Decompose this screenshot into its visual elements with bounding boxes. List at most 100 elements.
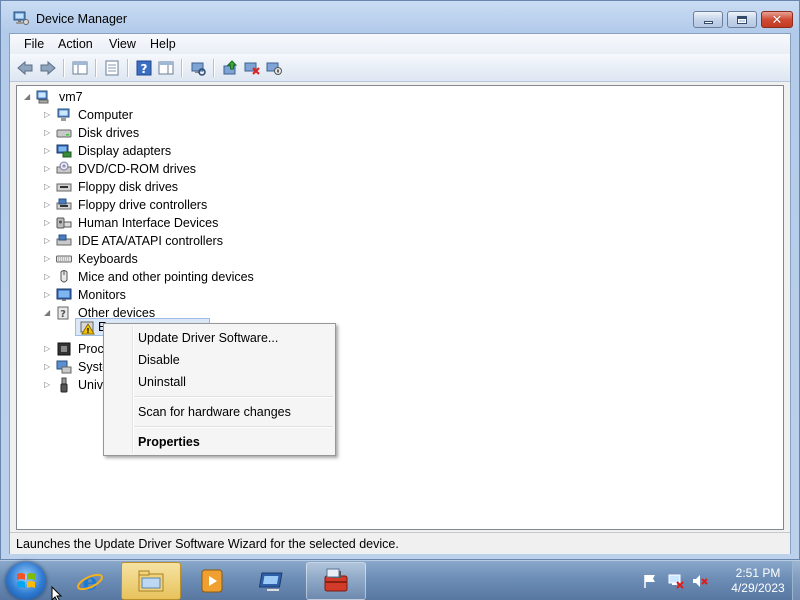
tree-node-label: Mice and other pointing devices: [78, 270, 254, 284]
uninstall-button[interactable]: [242, 58, 262, 78]
properties-button[interactable]: [102, 58, 122, 78]
clock-time: 2:51 PM: [735, 566, 781, 580]
start-button[interactable]: [6, 562, 46, 600]
tree-node-human-interface-devices[interactable]: ▷ Human Interface Devices: [17, 214, 783, 232]
device-tree[interactable]: ◢ vm7 ▷ Computer ▷ Disk drives ▷ Display…: [16, 85, 784, 530]
tree-node-label: Disk drives: [78, 126, 140, 140]
tree-root[interactable]: ◢ vm7: [17, 88, 783, 106]
toolbar-separator: [213, 59, 214, 77]
expand-arrow-icon[interactable]: ▷: [44, 345, 52, 353]
show-hide-console-tree-icon: [72, 61, 88, 75]
svg-text:!: !: [86, 327, 89, 335]
taskbar-windows-explorer[interactable]: [121, 562, 181, 600]
status-text: Launches the Update Driver Software Wiza…: [16, 537, 399, 551]
expand-arrow-icon[interactable]: ▷: [44, 219, 52, 227]
expand-arrow-icon[interactable]: ▷: [44, 147, 52, 155]
show-hide-console-tree-button[interactable]: [70, 58, 90, 78]
collapse-arrow-icon[interactable]: ◢: [44, 309, 52, 317]
close-button[interactable]: ✕: [761, 11, 793, 28]
other-devices-icon: ?: [57, 306, 69, 320]
svg-text:?: ?: [141, 62, 148, 76]
expand-arrow-icon[interactable]: ▷: [44, 273, 52, 281]
network-icon[interactable]: [668, 573, 684, 589]
expand-arrow-icon[interactable]: ▷: [44, 183, 52, 191]
expand-arrow-icon[interactable]: ▷: [44, 237, 52, 245]
internet-explorer-icon: e: [77, 567, 103, 595]
menu-disable[interactable]: Disable: [138, 353, 180, 367]
show-hide-action-pane-button[interactable]: [156, 58, 176, 78]
tree-node-keyboards[interactable]: ▷ Keyboards: [17, 250, 783, 268]
display-adapter-icon: [56, 144, 72, 158]
device-manager-toolbox-icon: [324, 568, 348, 592]
menu-scan-for-hardware-changes[interactable]: Scan for hardware changes: [138, 405, 291, 419]
tree-node-monitors[interactable]: ▷ Monitors: [17, 286, 783, 304]
taskbar: e 2:51 PM 4/29/2023: [0, 560, 800, 600]
expand-arrow-icon[interactable]: ▷: [44, 129, 52, 137]
tree-root-label: vm7: [59, 90, 83, 104]
show-desktop-button[interactable]: [792, 561, 800, 600]
context-menu: Update Driver Software... Disable Uninst…: [103, 323, 336, 456]
menu-properties[interactable]: Properties: [138, 435, 200, 449]
back-button[interactable]: [15, 58, 35, 78]
disable-button[interactable]: [264, 58, 284, 78]
window-title: Device Manager: [36, 12, 128, 26]
disable-icon: [266, 62, 282, 75]
collapse-arrow-icon[interactable]: ◢: [24, 93, 32, 101]
client-area: File Action View Help ? ◢ vm7 ▷ Computer…: [9, 33, 791, 554]
expand-arrow-icon[interactable]: ▷: [44, 381, 52, 389]
minimize-button[interactable]: [693, 11, 723, 28]
forward-button[interactable]: [38, 58, 58, 78]
volume-muted-icon[interactable]: [692, 573, 708, 589]
expand-arrow-icon[interactable]: ▷: [44, 291, 52, 299]
taskbar-device-manager[interactable]: [306, 562, 366, 600]
toolbar-separator: [63, 59, 64, 77]
tree-node-label: IDE ATA/ATAPI controllers: [78, 234, 223, 248]
menu-action[interactable]: Action: [54, 36, 97, 52]
tree-node-disk-drives[interactable]: ▷ Disk drives: [17, 124, 783, 142]
taskbar-internet-explorer[interactable]: e: [60, 562, 120, 600]
expand-arrow-icon[interactable]: ▷: [44, 255, 52, 263]
tree-node-label: Monitors: [78, 288, 126, 302]
menu-view[interactable]: View: [105, 36, 140, 52]
clock[interactable]: 2:51 PM 4/29/2023: [722, 566, 794, 596]
update-driver-icon: [223, 60, 238, 75]
tree-node-label: Floppy disk drives: [78, 180, 179, 194]
tree-node-display-adapters[interactable]: ▷ Display adapters: [17, 142, 783, 160]
back-icon: [17, 60, 33, 76]
expand-arrow-icon[interactable]: ▷: [44, 111, 52, 119]
menu-uninstall[interactable]: Uninstall: [138, 375, 186, 389]
title-bar[interactable]: Device Manager ✕: [1, 1, 799, 33]
scan-hardware-button[interactable]: [188, 58, 208, 78]
toolbar-separator: [95, 59, 96, 77]
tree-node-ide-controllers[interactable]: ▷ IDE ATA/ATAPI controllers: [17, 232, 783, 250]
maximize-button[interactable]: [727, 11, 757, 28]
menu-update-driver-software[interactable]: Update Driver Software...: [138, 331, 278, 345]
context-menu-separator: [134, 426, 333, 427]
tree-node-label: Display adapters: [78, 144, 172, 158]
tree-node-mice[interactable]: ▷ Mice and other pointing devices: [17, 268, 783, 286]
tree-node-computer[interactable]: ▷ Computer: [17, 106, 783, 124]
taskbar-remote-desktop[interactable]: [243, 562, 303, 600]
help-icon: ?: [136, 60, 152, 76]
uninstall-icon: [244, 62, 260, 75]
expand-arrow-icon[interactable]: ▷: [44, 363, 52, 371]
action-center-flag-icon[interactable]: [642, 573, 658, 589]
ide-controller-icon: [56, 234, 72, 246]
menu-help[interactable]: Help: [146, 36, 180, 52]
tree-node-dvd-drives[interactable]: ▷ DVD/CD-ROM drives: [17, 160, 783, 178]
expand-arrow-icon[interactable]: ▷: [44, 165, 52, 173]
maximize-icon: [737, 15, 747, 24]
update-driver-button[interactable]: [220, 58, 240, 78]
floppy-controller-icon: [56, 198, 72, 210]
taskbar-media-player[interactable]: [182, 562, 242, 600]
keyboard-icon: [56, 255, 72, 263]
minimize-icon: [703, 21, 713, 24]
tree-node-floppy-disk-drives[interactable]: ▷ Floppy disk drives: [17, 178, 783, 196]
expand-arrow-icon[interactable]: ▷: [44, 201, 52, 209]
help-button[interactable]: ?: [134, 58, 154, 78]
context-menu-separator: [134, 396, 333, 397]
tree-node-floppy-drive-controllers[interactable]: ▷ Floppy drive controllers: [17, 196, 783, 214]
mouse-icon: [60, 270, 68, 283]
toolbar: ?: [10, 54, 790, 82]
menu-file[interactable]: File: [20, 36, 48, 52]
